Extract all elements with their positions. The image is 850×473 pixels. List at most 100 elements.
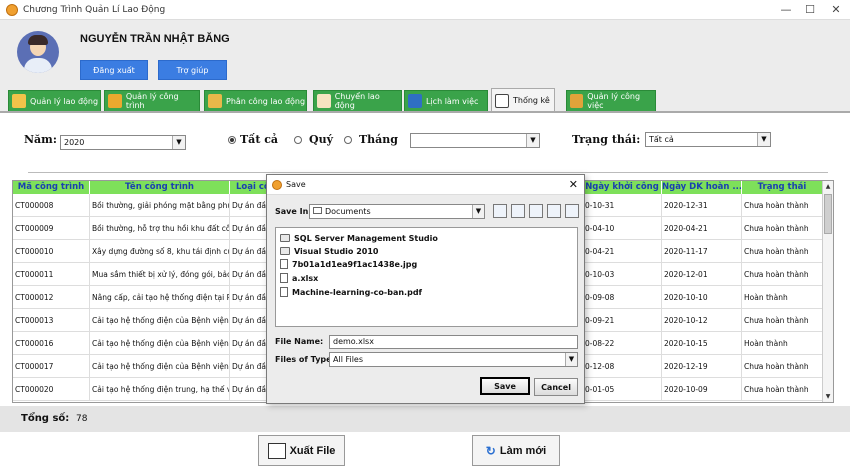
table-cell: Chưa hoàn thành: [742, 217, 823, 240]
transfer-icon: [317, 94, 331, 108]
table-cell: Cải tạo hệ thống điện của Bệnh viện b...: [90, 355, 230, 378]
save-button[interactable]: Save: [480, 377, 530, 395]
new-folder-icon[interactable]: [529, 204, 543, 218]
table-cell: Cải tạo hệ thống điện của Bệnh viện ...: [90, 332, 230, 355]
file-list[interactable]: SQL Server Management Studio Visual Stud…: [275, 227, 578, 327]
tab-label: Quản lý lao động: [30, 96, 99, 106]
table-cell: 0-01-05: [583, 378, 662, 401]
file-type-select[interactable]: All Files ▼: [329, 352, 578, 367]
radio-quarter[interactable]: [294, 136, 302, 144]
maximize-button[interactable]: ☐: [803, 3, 817, 17]
app-icon: [6, 3, 18, 16]
file-type-value: All Files: [333, 355, 364, 364]
home-icon[interactable]: [511, 204, 525, 218]
table-cell: CT000012: [13, 286, 90, 309]
assign-icon: [208, 94, 222, 108]
radio-month[interactable]: [344, 136, 352, 144]
help-button[interactable]: Trợ giúp: [158, 60, 227, 80]
app-icon: [272, 179, 282, 190]
tab-quan-ly-cong-viec[interactable]: Quản lý công việc: [566, 90, 656, 111]
tab-thong-ke[interactable]: Thống kê: [491, 88, 555, 112]
table-cell: 0-10-03: [583, 263, 662, 286]
table-cell: Cải tạo hệ thống điện của Bệnh viện q...: [90, 309, 230, 332]
main-tabs: Quản lý lao động Quản lý công trình Phân…: [0, 88, 850, 112]
table-cell: Dự án đầu: [230, 332, 267, 355]
window-titlebar: Chương Trình Quản Lí Lao Động — ☐ ✕: [0, 0, 850, 20]
tab-chuyen-lao-dong[interactable]: Chuyển lao động: [313, 90, 402, 111]
table-scrollbar[interactable]: ▲ ▼: [822, 181, 833, 402]
file-item[interactable]: SQL Server Management Studio: [280, 232, 438, 244]
table-cell: Chưa hoàn thành: [742, 194, 823, 217]
save-in-select[interactable]: Documents ▼: [309, 204, 485, 219]
table-cell: 0-08-22: [583, 332, 662, 355]
table-cell: CT000013: [13, 309, 90, 332]
table-cell: 0-04-21: [583, 240, 662, 263]
table-cell: Chưa hoàn thành: [742, 355, 823, 378]
dialog-close-icon[interactable]: ✕: [569, 178, 578, 191]
tab-phan-cong-lao-dong[interactable]: Phân công lao động: [204, 90, 307, 111]
list-view-icon[interactable]: [547, 204, 561, 218]
table-cell: CT000020: [13, 378, 90, 401]
table-cell: 2020-10-12: [662, 309, 742, 332]
col-header[interactable]: Trạng thái: [742, 181, 823, 194]
table-cell: CT000008: [13, 194, 90, 217]
table-cell: Mua sắm thiết bị xử lý, đóng gói, bảo ..…: [90, 263, 230, 286]
table-cell: Dự án đầu: [230, 240, 267, 263]
table-cell: Chưa hoàn thành: [742, 309, 823, 332]
tab-quan-ly-cong-trinh[interactable]: Quản lý công trình: [104, 90, 200, 111]
table-cell: Bồi thường, hỗ trợ thu hồi khu đất côn..…: [90, 217, 230, 240]
scroll-up-icon[interactable]: ▲: [823, 181, 833, 192]
tab-label: Thống kê: [513, 96, 550, 105]
table-cell: 2020-10-10: [662, 286, 742, 309]
scroll-thumb[interactable]: [824, 194, 832, 234]
tab-label: Quản lý công việc: [587, 92, 641, 110]
chart-icon: [267, 442, 286, 459]
period-select[interactable]: ▼: [410, 133, 540, 148]
scroll-down-icon[interactable]: ▼: [823, 391, 833, 402]
up-folder-icon[interactable]: [493, 204, 507, 218]
file-type-label: Files of Type:: [275, 355, 335, 364]
radio-month-label: Tháng: [359, 133, 398, 146]
table-cell: Chưa hoàn thành: [742, 240, 823, 263]
file-item[interactable]: a.xlsx: [280, 272, 318, 284]
job-icon: [570, 94, 584, 108]
table-cell: CT000016: [13, 332, 90, 355]
file-name-input[interactable]: demo.xlsx: [329, 335, 578, 349]
file-item[interactable]: Visual Studio 2010: [280, 245, 378, 257]
table-cell: Dự án đầu: [230, 263, 267, 286]
col-header[interactable]: Mã công trình: [13, 181, 90, 194]
table-cell: CT000017: [13, 355, 90, 378]
export-file-button[interactable]: Xuất File: [258, 435, 345, 466]
refresh-button[interactable]: ↻ Làm mới: [472, 435, 560, 466]
col-header[interactable]: Tên công trình: [90, 181, 230, 194]
table-cell: 2020-10-15: [662, 332, 742, 355]
refresh-icon: ↻: [485, 443, 496, 458]
year-select[interactable]: 2020 ▼: [60, 135, 186, 150]
tab-quan-ly-lao-dong[interactable]: Quản lý lao động: [8, 90, 101, 111]
file-item[interactable]: 7b01a1d1ea9f1ac1438e.jpg: [280, 258, 417, 270]
status-select[interactable]: Tất cả ▼: [645, 132, 771, 147]
col-header[interactable]: Ngày DK hoàn ...: [662, 181, 742, 194]
filter-bar: Năm: 2020 ▼ Tất cả Quý Tháng ▼ Trạng thá…: [0, 113, 850, 173]
radio-all[interactable]: [228, 136, 236, 144]
save-in-value: Documents: [325, 207, 371, 216]
worker-icon: [12, 94, 26, 108]
table-cell: CT000010: [13, 240, 90, 263]
folder-icon: [280, 234, 290, 242]
logout-button[interactable]: Đăng xuất: [80, 60, 148, 80]
tab-lich-lam-viec[interactable]: Lịch làm việc: [404, 90, 488, 111]
details-view-icon[interactable]: [565, 204, 579, 218]
table-cell: Chưa hoàn thành: [742, 378, 823, 401]
file-icon: [280, 287, 288, 297]
minimize-button[interactable]: —: [779, 3, 793, 17]
table-cell: Dự án đầu: [230, 286, 267, 309]
table-cell: 2020-12-01: [662, 263, 742, 286]
table-cell: Bồi thường, giải phóng mặt bằng phụ...: [90, 194, 230, 217]
cancel-button[interactable]: Cancel: [534, 378, 578, 396]
file-item[interactable]: Machine-learning-co-ban.pdf: [280, 286, 422, 298]
table-cell: Cải tạo hệ thống điện trung, hạ thế và .…: [90, 378, 230, 401]
col-header[interactable]: Ngày khởi công: [583, 181, 662, 194]
close-button[interactable]: ✕: [829, 3, 843, 17]
chevron-down-icon: ▼: [757, 133, 770, 146]
file-name-label: File Name:: [275, 337, 324, 346]
